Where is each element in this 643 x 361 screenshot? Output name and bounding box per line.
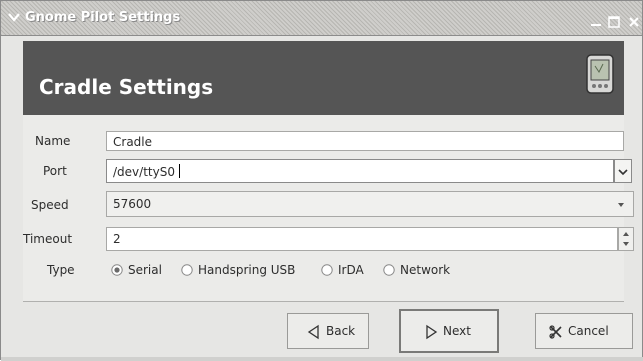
name-input[interactable]: Cradle	[106, 131, 624, 151]
type-option-label: IrDA	[338, 263, 364, 277]
type-option-label: Network	[400, 263, 451, 277]
radio-unselected-icon	[383, 264, 395, 276]
window-title: Gnome Pilot Settings	[25, 10, 181, 25]
type-radio-handspring-usb[interactable]: Handspring USB	[181, 261, 316, 283]
type-radio-network[interactable]: Network	[383, 261, 463, 283]
page-title: Cradle Settings	[39, 75, 214, 99]
speed-value: 57600	[113, 197, 152, 211]
footer-divider	[23, 301, 624, 302]
back-button[interactable]: Back	[287, 313, 369, 349]
cancel-button[interactable]: Cancel	[535, 313, 633, 349]
type-radio-irda[interactable]: IrDA	[321, 261, 381, 283]
next-button[interactable]: Next	[399, 309, 499, 353]
port-input[interactable]: /dev/ttyS0	[106, 159, 614, 183]
name-value: Cradle	[113, 135, 152, 149]
type-option-label: Handspring USB	[198, 263, 296, 277]
window-menu-icon[interactable]	[7, 11, 21, 23]
type-label: Type	[47, 263, 75, 277]
window-bottom-edge	[1, 357, 643, 361]
handheld-device-icon	[586, 54, 614, 94]
back-arrow-icon	[307, 324, 319, 340]
dialog-window: Gnome Pilot Settings Cradle Settings Nam…	[0, 0, 643, 361]
port-label: Port	[43, 164, 67, 178]
maximize-icon[interactable]	[607, 15, 621, 29]
speed-select[interactable]: 57600	[106, 191, 634, 217]
minimize-icon[interactable]	[589, 15, 603, 29]
timeout-value: 2	[113, 232, 121, 246]
chevron-down-icon	[618, 203, 624, 207]
type-row: Type Serial Handspring USB IrDA Network	[23, 261, 624, 283]
port-dropdown-button[interactable]	[614, 159, 632, 183]
next-button-label: Next	[443, 324, 471, 338]
text-cursor	[179, 164, 180, 178]
radio-selected-icon	[111, 264, 123, 276]
title-bar[interactable]: Gnome Pilot Settings	[1, 1, 642, 36]
timeout-spinner[interactable]	[618, 227, 634, 251]
close-icon[interactable]	[627, 15, 641, 29]
name-label: Name	[35, 134, 71, 148]
next-arrow-icon	[426, 324, 438, 340]
radio-unselected-icon	[181, 264, 193, 276]
settings-form: Name Cradle Port /dev/ttyS0 Speed 57600 …	[23, 115, 634, 301]
type-radio-serial[interactable]: Serial	[111, 261, 181, 283]
cancel-scissors-icon	[549, 325, 562, 339]
chevron-down-icon	[618, 169, 628, 176]
timeout-input[interactable]: 2	[106, 227, 618, 251]
timeout-label: Timeout	[23, 232, 73, 246]
back-button-label: Back	[326, 324, 356, 338]
page-header: Cradle Settings	[23, 41, 624, 115]
radio-unselected-icon	[321, 264, 333, 276]
port-value: /dev/ttyS0	[113, 165, 175, 179]
type-option-label: Serial	[128, 263, 162, 277]
cancel-button-label: Cancel	[568, 324, 609, 338]
speed-label: Speed	[31, 198, 69, 212]
